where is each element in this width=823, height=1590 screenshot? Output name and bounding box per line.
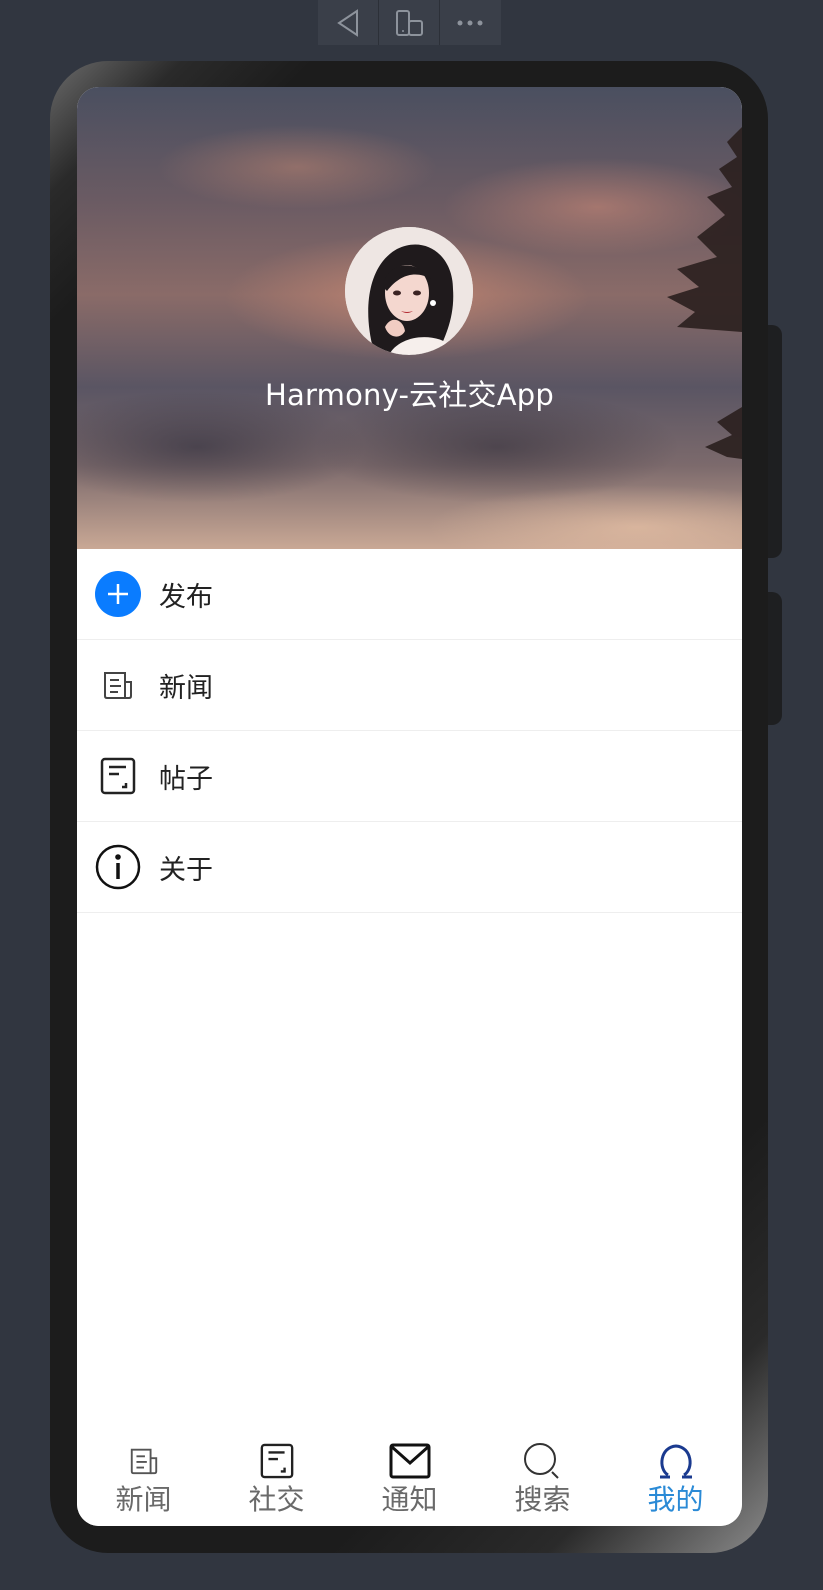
emulator-toolbar: [318, 0, 501, 45]
menu-item-about[interactable]: 关于: [77, 822, 742, 913]
bottom-tab-bar: 新闻 社交 通知 搜索 我的: [77, 1437, 742, 1526]
phone-screen: Harmony-云社交App 发布 新闻 帖子 关于 新闻 社交 通知 搜索 我…: [77, 87, 742, 1526]
tab-label: 搜索: [514, 1483, 571, 1516]
profile-avatar: [345, 227, 473, 355]
news-icon: [130, 1448, 157, 1475]
mail-icon: [389, 1443, 430, 1479]
tab-label: 新闻: [115, 1483, 172, 1516]
menu-item-label: 新闻: [159, 672, 213, 704]
avatar[interactable]: [345, 227, 473, 355]
news-icon: [104, 672, 132, 699]
rotate-device-button[interactable]: [379, 0, 440, 45]
person-icon: [659, 1444, 692, 1479]
menu-list: 发布 新闻 帖子 关于: [77, 549, 742, 913]
menu-item-label: 关于: [159, 854, 213, 886]
tab-notifications[interactable]: 通知: [343, 1437, 476, 1526]
more-button[interactable]: [440, 0, 500, 45]
menu-item-label: 帖子: [159, 763, 213, 795]
tab-social[interactable]: 社交: [210, 1437, 343, 1526]
info-icon: [95, 844, 141, 890]
post-icon: [260, 1443, 293, 1479]
app-title: Harmony-云社交App: [265, 378, 554, 412]
tab-search[interactable]: 搜索: [476, 1437, 609, 1526]
menu-item-posts[interactable]: 帖子: [77, 731, 742, 822]
tab-news[interactable]: 新闻: [77, 1437, 210, 1526]
tab-label: 通知: [381, 1483, 438, 1516]
menu-item-label: 发布: [159, 581, 213, 613]
back-button[interactable]: [318, 0, 379, 45]
tab-label: 社交: [248, 1483, 305, 1516]
tab-profile[interactable]: 我的: [609, 1437, 742, 1526]
search-icon: [523, 1443, 559, 1479]
tab-label: 我的: [647, 1483, 704, 1516]
post-icon: [100, 757, 136, 795]
menu-item-publish[interactable]: 发布: [77, 549, 742, 640]
profile-header: Harmony-云社交App: [77, 87, 742, 549]
device-rotate-icon: [396, 9, 423, 36]
add-circle-icon: [95, 571, 141, 617]
back-triangle-icon: [337, 8, 358, 37]
menu-item-news[interactable]: 新闻: [77, 640, 742, 731]
more-dots-icon: [457, 20, 483, 25]
